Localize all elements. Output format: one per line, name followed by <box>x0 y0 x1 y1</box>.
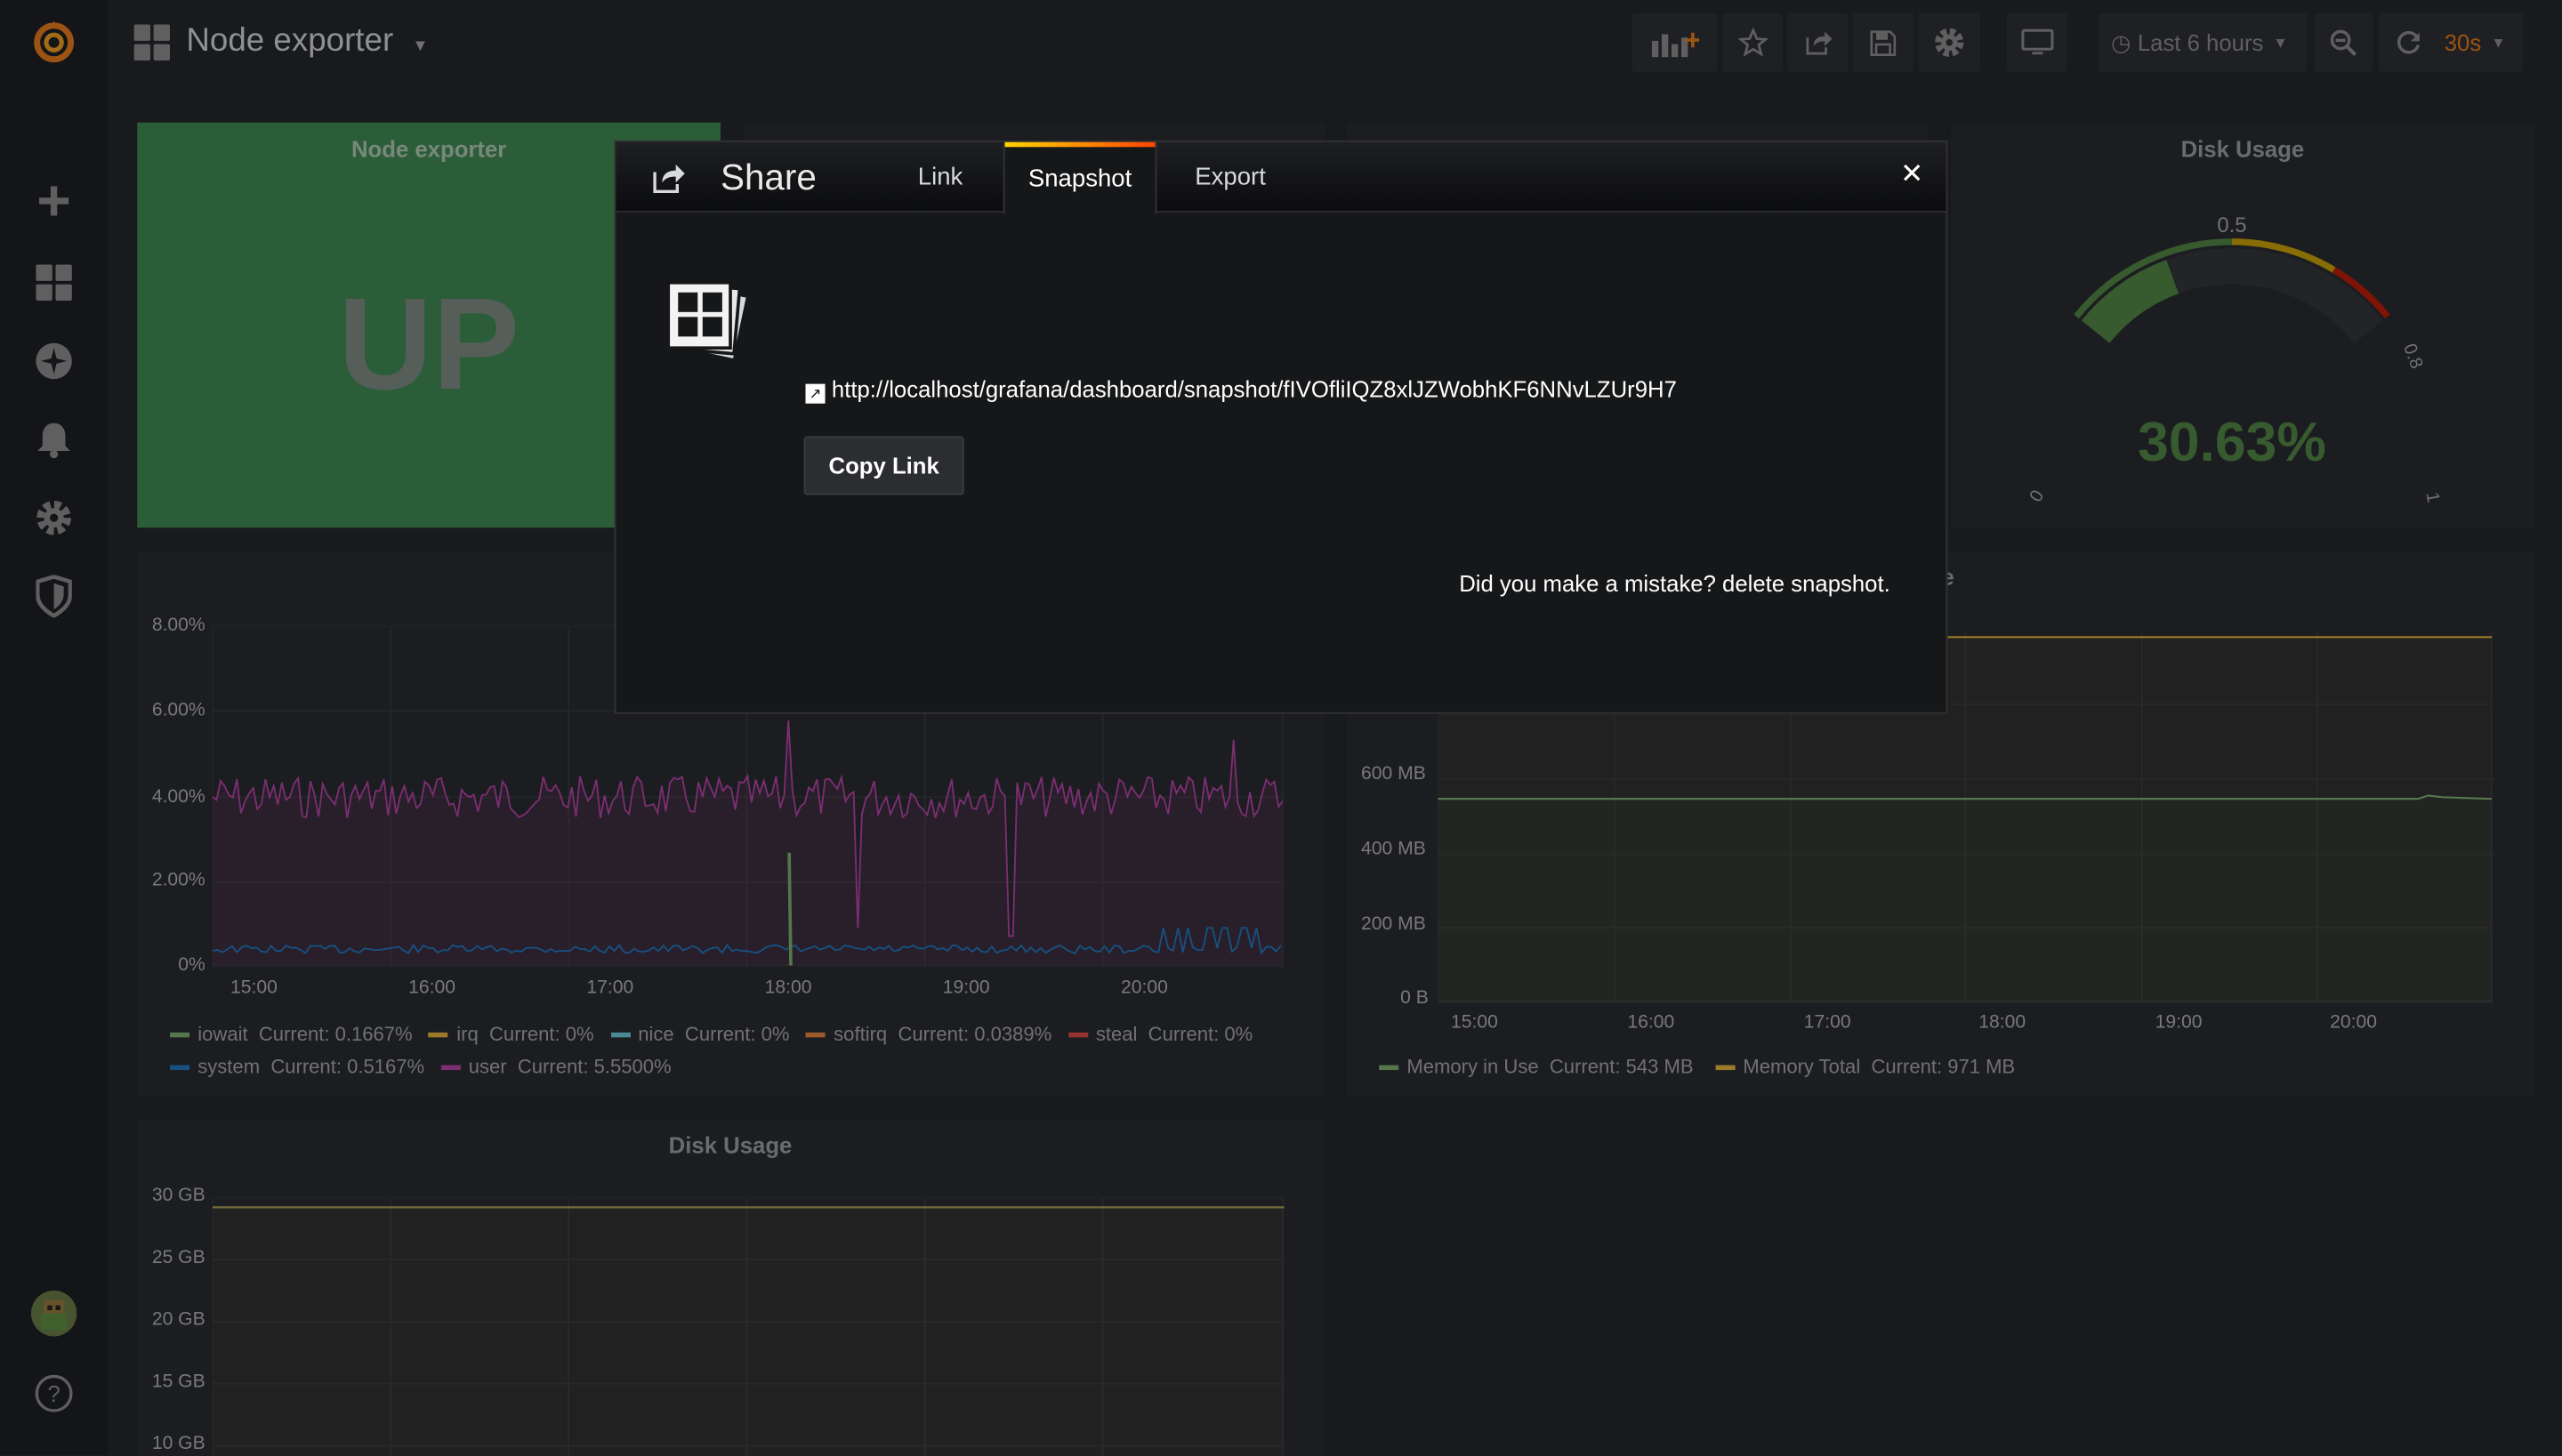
snapshot-url-link[interactable]: ↗ http://localhost/grafana/dashboard/snap… <box>805 375 1677 404</box>
share-modal-header: Share Link Snapshot Export ✕ <box>616 141 1946 214</box>
snapshot-icon <box>665 279 751 375</box>
share-modal-title: Share <box>721 157 817 198</box>
close-icon[interactable]: ✕ <box>1900 158 1923 191</box>
external-link-icon: ↗ <box>805 383 826 404</box>
snapshot-url: http://localhost/grafana/dashboard/snaps… <box>831 375 1677 402</box>
delete-snapshot-link[interactable]: Did you make a mistake? delete snapshot. <box>1459 570 1890 596</box>
tab-link[interactable]: Link <box>894 142 987 213</box>
tab-snapshot[interactable]: Snapshot <box>1003 141 1157 214</box>
copy-link-button[interactable]: Copy Link <box>803 436 964 495</box>
share-modal: Share Link Snapshot Export ✕ ↗ http://loc… <box>614 140 1948 714</box>
share-icon <box>650 160 686 205</box>
tab-export[interactable]: Export <box>1178 142 1283 213</box>
